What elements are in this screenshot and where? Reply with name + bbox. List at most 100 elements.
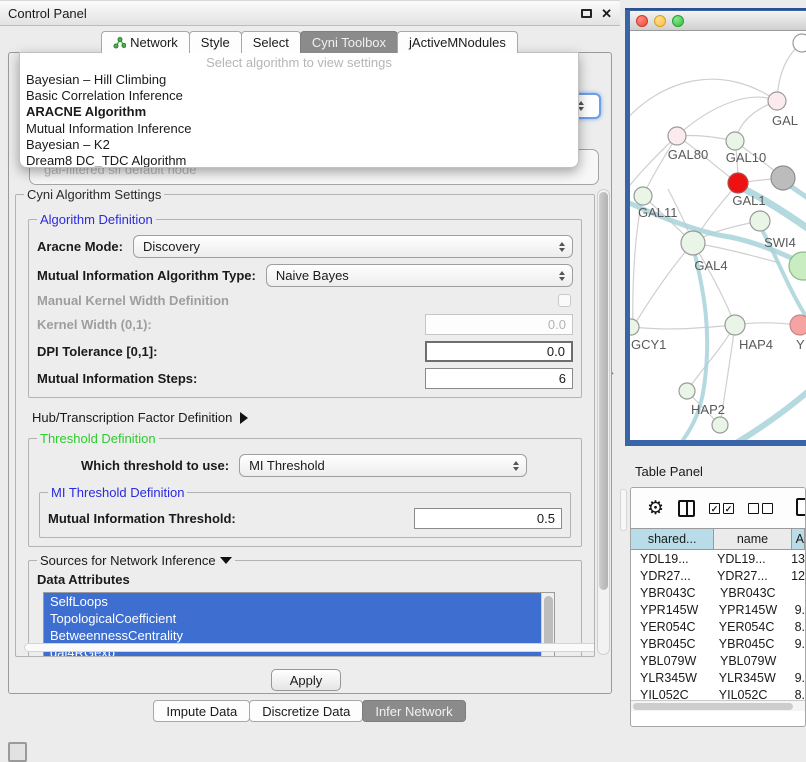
- which-threshold-select[interactable]: MI Threshold: [239, 454, 527, 477]
- tab-style[interactable]: Style: [189, 31, 242, 53]
- dropdown-item[interactable]: Mutual Information Inference: [20, 121, 578, 137]
- network-node-gal10[interactable]: [726, 132, 744, 150]
- scrollbar-thumb[interactable]: [599, 192, 608, 590]
- window-close-button[interactable]: [636, 15, 648, 27]
- dropdown-item[interactable]: Basic Correlation Inference: [20, 88, 578, 104]
- tab-discretize-data[interactable]: Discretize Data: [249, 700, 363, 722]
- cell-shared-name: YBL079W: [631, 654, 715, 668]
- network-node[interactable]: [771, 166, 795, 190]
- cell-shared-name: YDR27...: [631, 569, 712, 583]
- mi-threshold-input[interactable]: 0.5: [414, 508, 562, 529]
- combo-spinner-icon: [559, 242, 565, 252]
- column-header-name[interactable]: name: [714, 529, 791, 549]
- dpi-tolerance-input[interactable]: 0.0: [425, 341, 573, 362]
- sources-group-title[interactable]: Sources for Network Inference: [37, 553, 235, 568]
- table-row[interactable]: YDR27... YDR27... 12: [631, 567, 805, 584]
- tab-jactivemnodules[interactable]: jActiveMNodules: [397, 31, 518, 53]
- tab-cyni-toolbox[interactable]: Cyni Toolbox: [300, 31, 398, 53]
- table-row[interactable]: YBR045C YBR045C 9.: [631, 635, 805, 652]
- mi-threshold-label: Mutual Information Threshold:: [48, 511, 236, 526]
- panel-divider-handle[interactable]: [620, 489, 627, 531]
- table-row[interactable]: YER054C YER054C 8.: [631, 618, 805, 635]
- tab-impute-data[interactable]: Impute Data: [153, 700, 250, 722]
- cell-shared-name: YIL052C: [631, 688, 714, 701]
- table-horizontal-scrollbar[interactable]: [631, 700, 805, 711]
- cell-shared-name: YDL19...: [631, 552, 712, 566]
- dropdown-item[interactable]: Bayesian – Hill Climbing: [20, 72, 578, 88]
- tab-network[interactable]: Network: [101, 31, 190, 53]
- network-node-hap2[interactable]: [679, 383, 695, 399]
- cyni-toolbox-panel: gal-filtered sif default node Select alg…: [8, 52, 612, 694]
- tab-select[interactable]: Select: [241, 31, 301, 53]
- tab-label: Impute Data: [166, 704, 237, 719]
- mi-steps-input[interactable]: 6: [425, 368, 573, 389]
- dropdown-item[interactable]: Dream8 DC_TDC Algorithm: [20, 153, 578, 168]
- aracne-mode-select[interactable]: Discovery: [133, 235, 573, 258]
- network-node-y[interactable]: [790, 315, 806, 335]
- attribute-list-item[interactable]: TopologicalCoefficient: [44, 610, 541, 627]
- document-icon[interactable]: [796, 498, 806, 516]
- table-row[interactable]: YIL052C YIL052C 8.: [631, 686, 805, 700]
- window-minimize-button[interactable]: [654, 15, 666, 27]
- node-label: GAL80: [668, 147, 708, 162]
- node-label: HAP2: [691, 402, 725, 417]
- table-row[interactable]: YBR043C YBR043C: [631, 584, 805, 601]
- network-node-hap4[interactable]: [725, 315, 745, 335]
- node-label: GAL1: [732, 193, 765, 208]
- table-row[interactable]: YBL079W YBL079W: [631, 652, 805, 669]
- combo-spinner-icon: [559, 271, 565, 281]
- float-panel-icon[interactable]: [581, 9, 592, 18]
- mi-algorithm-type-select[interactable]: Naive Bayes: [266, 264, 573, 287]
- dropdown-item[interactable]: ARACNE Algorithm: [20, 104, 578, 120]
- column-header-shared-name[interactable]: shared...: [631, 529, 714, 549]
- table-row[interactable]: YDL19... YDL19... 13: [631, 550, 805, 567]
- mi-algorithm-type-label: Mutual Information Algorithm Type:: [37, 268, 256, 283]
- network-node-gal80[interactable]: [668, 127, 686, 145]
- network-node-gal11[interactable]: [634, 187, 652, 205]
- kernel-width-input: 0.0: [425, 314, 573, 335]
- network-canvas[interactable]: GALGAL80GAL10GAL1GAL11SWI4GAL4GCY1HAP4YH…: [630, 31, 806, 440]
- tab-infer-network[interactable]: Infer Network: [362, 700, 465, 722]
- settings-vertical-scrollbar[interactable]: [597, 189, 610, 655]
- columns-icon[interactable]: [678, 500, 695, 517]
- network-node-gal[interactable]: [768, 92, 786, 110]
- network-node[interactable]: [793, 34, 806, 52]
- dropdown-item-list: Bayesian – Hill ClimbingBasic Correlatio…: [20, 72, 578, 168]
- hub-definition-toggle[interactable]: Hub/Transcription Factor Definition: [32, 410, 586, 425]
- window-zoom-button[interactable]: [672, 15, 684, 27]
- network-node[interactable]: [712, 417, 728, 433]
- settings-horizontal-scrollbar[interactable]: [24, 643, 595, 652]
- sources-title-text: Sources for Network Inference: [40, 553, 216, 568]
- attribute-list-item[interactable]: BetweennessCentrality: [44, 627, 541, 644]
- table-row[interactable]: YPR145W YPR145W 9.: [631, 601, 805, 618]
- attribute-list-item[interactable]: SelfLoops: [44, 593, 541, 610]
- mi-algorithm-type-value: Naive Bayes: [276, 268, 559, 283]
- cell-shared-name: YLR345W: [631, 671, 714, 685]
- scrollbar-thumb[interactable]: [544, 596, 553, 648]
- network-node-swi4[interactable]: [750, 211, 770, 231]
- network-window-titlebar[interactable]: [630, 11, 806, 31]
- aracne-mode-label: Aracne Mode:: [37, 239, 123, 254]
- table-row[interactable]: YLR345W YLR345W 9.: [631, 669, 805, 686]
- cyni-bottom-tabs: Impute Data Discretize Data Infer Networ…: [0, 700, 620, 722]
- network-node-gcy1[interactable]: [630, 319, 639, 335]
- cell-name: YBR043C: [715, 586, 793, 600]
- control-panel-title: Control Panel: [8, 6, 581, 21]
- network-node-gal4[interactable]: [681, 231, 705, 255]
- scrollbar-thumb[interactable]: [633, 703, 793, 710]
- algorithm-definition-title: Algorithm Definition: [37, 212, 156, 227]
- column-header-partial[interactable]: A: [792, 529, 805, 549]
- deselect-all-icon[interactable]: [748, 503, 773, 514]
- apply-button[interactable]: Apply: [271, 669, 341, 691]
- manual-kernel-width-checkbox[interactable]: [558, 294, 571, 307]
- unchecked-box-icon: [762, 503, 773, 514]
- cell-shared-name: YER054C: [631, 620, 714, 634]
- table-toolbar: ⚙ ✓ ✓: [631, 488, 805, 528]
- unchecked-box-icon: [748, 503, 759, 514]
- dropdown-item[interactable]: Bayesian – K2: [20, 137, 578, 153]
- network-node-gal1[interactable]: [728, 173, 748, 193]
- gear-icon[interactable]: ⚙: [647, 499, 664, 518]
- select-all-icon[interactable]: ✓ ✓: [709, 503, 734, 514]
- close-icon[interactable]: ✕: [601, 7, 612, 20]
- dock-panel-button[interactable]: [8, 742, 27, 762]
